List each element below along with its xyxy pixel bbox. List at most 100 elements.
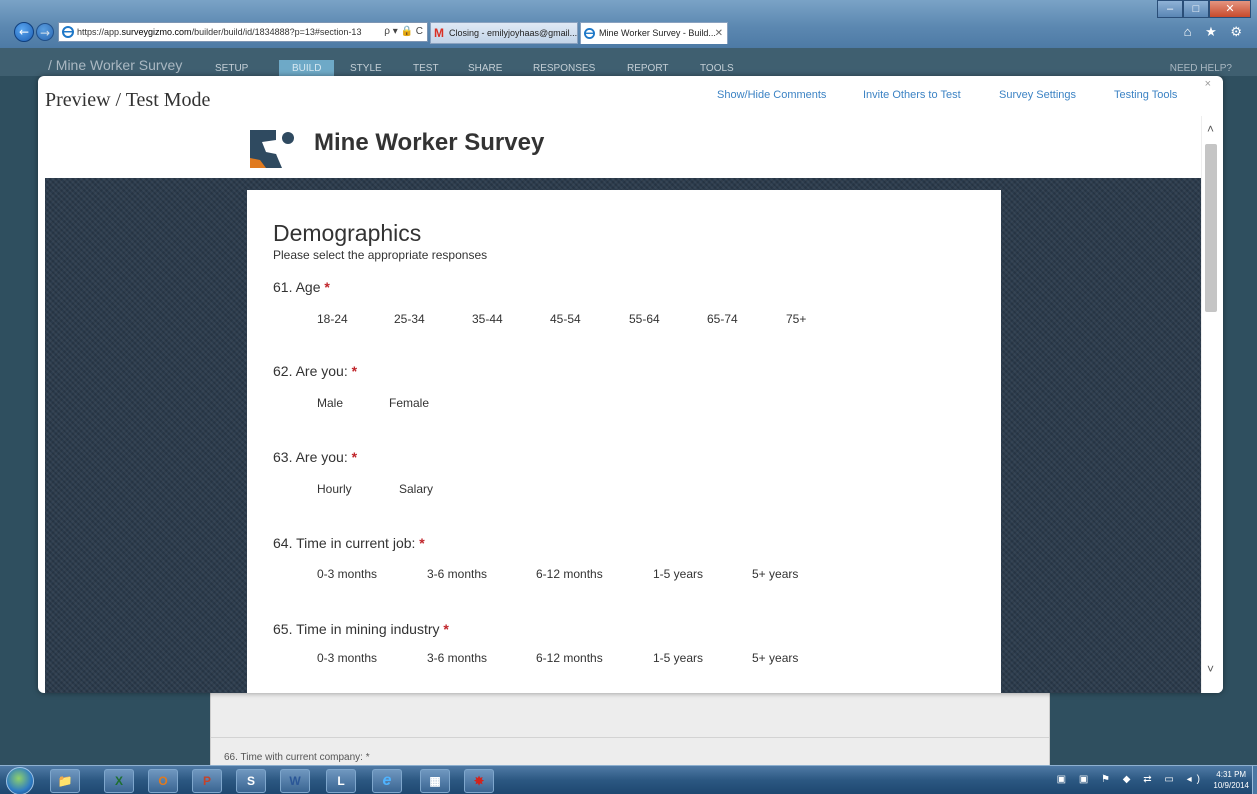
question-label: 65. Time in mining industry — [273, 621, 440, 637]
required-marker: * — [419, 535, 425, 551]
ie-icon — [62, 26, 74, 38]
scroll-down-icon[interactable]: ˅ — [1207, 662, 1214, 676]
ie-icon — [584, 28, 595, 39]
need-help-link[interactable]: NEED HELP? — [1170, 63, 1232, 74]
remote-desktop-icon[interactable]: L — [326, 769, 356, 793]
option-0-3-months[interactable]: 0-3 months — [317, 651, 377, 665]
option-female[interactable]: Female — [389, 396, 429, 410]
address-tools[interactable]: ρ ▾ 🔒 C — [380, 23, 423, 41]
question-title-time-in-job: 64. Time in current job: * — [273, 535, 425, 551]
divider — [211, 737, 1049, 738]
browser-titlebar: ← → https://app.surveygizmo.com/builder/… — [0, 0, 1257, 48]
outlook-icon[interactable]: O — [148, 769, 178, 793]
option-18-24[interactable]: 18-24 — [317, 312, 348, 326]
question-title-time-in-industry: 65. Time in mining industry * — [273, 621, 449, 637]
option-3-6-months[interactable]: 3-6 months — [427, 567, 487, 581]
survey-settings-link[interactable]: Survey Settings — [999, 89, 1076, 101]
page-heading: Demographics — [273, 220, 422, 246]
tab-mine-worker-survey[interactable]: Mine Worker Survey - Build... ✕ — [580, 22, 728, 44]
option-3-6-months[interactable]: 3-6 months — [427, 651, 487, 665]
back-button[interactable]: ← — [14, 22, 34, 42]
page-description: Please select the appropriate responses — [273, 248, 488, 262]
option-6-12-months[interactable]: 6-12 months — [536, 567, 603, 581]
testing-tools-link[interactable]: Testing Tools — [1114, 89, 1177, 101]
file-explorer-icon[interactable]: 📁 — [50, 769, 80, 793]
option-1-5-years[interactable]: 1-5 years — [653, 651, 703, 665]
question-title-age: 61. Age * — [273, 279, 330, 295]
nav-style[interactable]: STYLE — [350, 63, 382, 74]
nav-share[interactable]: SHARE — [468, 63, 502, 74]
survey-header: Mine Worker Survey — [38, 116, 1201, 178]
system-tray-icons[interactable]: ▣ ▣ ⚑ ◆ ⇄ ▭ ◂) — [1057, 774, 1205, 785]
show-hide-comments-link[interactable]: Show/Hide Comments — [717, 89, 826, 101]
option-5-plus-years[interactable]: 5+ years — [752, 567, 798, 581]
option-male[interactable]: Male — [317, 396, 343, 410]
calculator-icon[interactable]: ▦ — [420, 769, 450, 793]
option-65-74[interactable]: 65-74 — [707, 312, 738, 326]
powerpoint-icon[interactable]: P — [192, 769, 222, 793]
acrobat-icon[interactable]: ✸ — [464, 769, 494, 793]
clock[interactable]: 4:31 PM 10/9/2014 — [1213, 769, 1249, 791]
option-0-3-months[interactable]: 0-3 months — [317, 567, 377, 581]
minimize-button[interactable]: – — [1157, 0, 1183, 18]
option-5-plus-years[interactable]: 5+ years — [752, 651, 798, 665]
tab-label: Mine Worker Survey - Build... — [599, 28, 716, 38]
clock-date: 10/9/2014 — [1213, 781, 1249, 790]
nav-build[interactable]: BUILD — [279, 60, 335, 76]
preview-modal: Preview / Test Mode Show/Hide Comments I… — [38, 76, 1223, 693]
taskbar: 📁 X O P S W L e ▦ ✸ ▣ ▣ ⚑ ◆ ⇄ ▭ ◂) 4:31 … — [0, 765, 1257, 794]
close-tab-icon[interactable]: ✕ — [715, 23, 723, 44]
home-favorites-settings-icons[interactable]: ⌂ ★ ⚙ — [1184, 24, 1247, 40]
option-25-34[interactable]: 25-34 — [394, 312, 425, 326]
option-1-5-years[interactable]: 1-5 years — [653, 567, 703, 581]
option-6-12-months[interactable]: 6-12 months — [536, 651, 603, 665]
nav-responses[interactable]: RESPONSES — [533, 63, 595, 74]
maximize-button[interactable]: □ — [1183, 0, 1209, 18]
url-prefix: https://app. — [77, 27, 122, 37]
question-title-pay-type: 63. Are you: * — [273, 449, 357, 465]
scroll-thumb[interactable] — [1205, 144, 1217, 312]
scroll-up-icon[interactable]: ˄ — [1207, 122, 1214, 136]
url-path: /builder/build/id/1834888?p=13#section-1… — [191, 27, 362, 37]
survey-logo-icon — [250, 130, 294, 168]
window-controls: – □ ✕ — [1157, 0, 1251, 18]
nav-report[interactable]: REPORT — [627, 63, 669, 74]
background-survey-builder: 66. Time with current company: * — [210, 690, 1050, 770]
excel-icon[interactable]: X — [104, 769, 134, 793]
tab-gmail[interactable]: M Closing - emilyjoyhaas@gmail... — [430, 22, 578, 44]
show-desktop-button[interactable] — [1252, 766, 1257, 794]
option-hourly[interactable]: Hourly — [317, 482, 352, 496]
survey-page: Demographics Please select the appropria… — [247, 190, 1001, 693]
start-button[interactable] — [6, 767, 34, 794]
option-75-plus[interactable]: 75+ — [786, 312, 806, 326]
scrollbar[interactable]: ˄ ˅ — [1201, 116, 1223, 693]
nav-setup[interactable]: SETUP — [215, 63, 248, 74]
option-55-64[interactable]: 55-64 — [629, 312, 660, 326]
question-label: 64. Time in current job: — [273, 535, 416, 551]
required-marker: * — [324, 279, 330, 295]
invite-others-link[interactable]: Invite Others to Test — [863, 89, 961, 101]
tab-label: Closing - emilyjoyhaas@gmail... — [449, 28, 578, 38]
internet-explorer-icon[interactable]: e — [372, 769, 402, 793]
clock-time: 4:31 PM — [1216, 770, 1247, 779]
nav-test[interactable]: TEST — [413, 63, 439, 74]
option-45-54[interactable]: 45-54 — [550, 312, 581, 326]
gmail-icon: M — [434, 26, 444, 40]
question-title-gender: 62. Are you: * — [273, 363, 357, 379]
required-marker: * — [351, 449, 358, 465]
required-marker: * — [351, 363, 358, 379]
option-35-44[interactable]: 35-44 — [472, 312, 503, 326]
forward-button[interactable]: → — [36, 23, 54, 41]
lync-icon[interactable]: S — [236, 769, 266, 793]
address-bar[interactable]: https://app.surveygizmo.com/builder/buil… — [58, 22, 428, 42]
background-question: 66. Time with current company: * — [224, 752, 370, 763]
close-icon[interactable]: × — [1205, 78, 1211, 90]
survey-breadcrumb[interactable]: / Mine Worker Survey — [48, 57, 182, 73]
question-label: 62. Are you: — [273, 363, 348, 379]
survey-title: Mine Worker Survey — [314, 129, 545, 156]
word-icon[interactable]: W — [280, 769, 310, 793]
close-window-button[interactable]: ✕ — [1209, 0, 1251, 18]
modal-title: Preview / Test Mode — [45, 89, 211, 111]
nav-tools[interactable]: TOOLS — [700, 63, 734, 74]
option-salary[interactable]: Salary — [399, 482, 433, 496]
